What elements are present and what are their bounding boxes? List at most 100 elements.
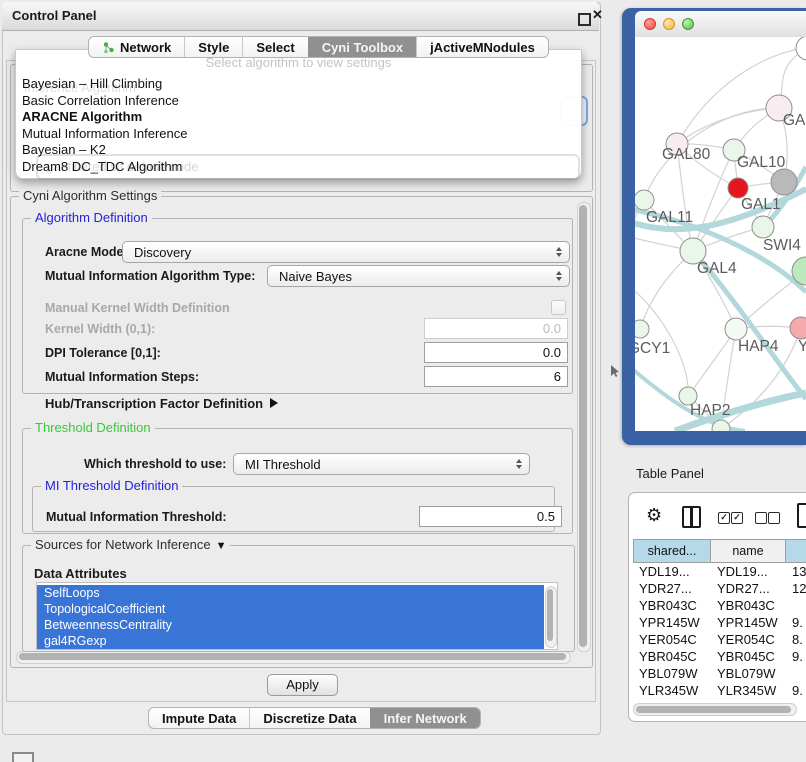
tab-impute-data[interactable]: Impute Data xyxy=(149,708,249,728)
table-cell[interactable]: 8. xyxy=(786,632,806,649)
table-cell[interactable]: YER054C xyxy=(633,632,711,649)
aracne-mode-select[interactable]: Discovery xyxy=(122,241,570,263)
control-panel-title: Control Panel xyxy=(12,8,97,23)
mi-steps-label: Mutual Information Steps: xyxy=(45,370,199,384)
algorithm-option[interactable]: Dream8 DC_TDC Algorithm xyxy=(22,159,182,174)
table-cell[interactable]: YBR043C xyxy=(711,598,786,615)
column-header[interactable]: shared... xyxy=(633,539,711,563)
table-cell[interactable]: YLR345W xyxy=(633,683,711,700)
table-cell[interactable]: YPR145W xyxy=(633,615,711,632)
checked-checkbox-icon[interactable]: ✓ xyxy=(718,512,730,524)
unchecked-checkbox-icon[interactable] xyxy=(768,512,780,524)
network-node[interactable] xyxy=(790,317,806,339)
dpi-tolerance-input[interactable]: 0.0 xyxy=(424,342,568,363)
table-cell[interactable]: 12 xyxy=(786,581,806,598)
algorithm-option[interactable]: Basic Correlation Inference xyxy=(22,93,179,108)
table-cell[interactable]: 9. xyxy=(786,615,806,632)
settings-h-scrollbar[interactable] xyxy=(16,651,571,664)
sources-group-title[interactable]: Sources for Network Inference▼ xyxy=(31,537,230,552)
kernel-width-input[interactable]: 0.0 xyxy=(424,318,568,339)
minimize-traffic-light-icon[interactable] xyxy=(663,18,675,30)
network-node[interactable] xyxy=(771,169,797,195)
table-cell[interactable]: YLR345W xyxy=(711,683,786,700)
float-window-icon[interactable] xyxy=(578,13,591,26)
mi-threshold-input[interactable]: 0.5 xyxy=(419,506,562,527)
algorithm-option-selected[interactable]: ARACNE Algorithm xyxy=(22,109,142,124)
table-cell[interactable]: YER054C xyxy=(711,632,786,649)
network-node[interactable] xyxy=(752,216,774,238)
column-header[interactable] xyxy=(786,539,806,563)
table-cell[interactable]: YDL19... xyxy=(711,564,786,581)
list-item[interactable]: SelfLoops xyxy=(37,585,544,601)
tab-infer-network[interactable]: Infer Network xyxy=(370,708,480,728)
network-window-titlebar[interactable] xyxy=(635,11,806,37)
tab-style[interactable]: Style xyxy=(184,37,242,57)
tab-network[interactable]: Network xyxy=(89,37,184,57)
table-cell[interactable] xyxy=(786,598,806,615)
table-cell[interactable]: YBR045C xyxy=(711,649,786,666)
kernel-width-label: Kernel Width (0,1): xyxy=(45,322,155,336)
network-canvas[interactable]: GAL GAL80 GAL10 GAL1 GAL11 SWI4 GAL4 GCY… xyxy=(635,37,806,431)
close-traffic-light-icon[interactable] xyxy=(644,18,656,30)
document-icon[interactable] xyxy=(797,503,806,528)
settings-scrollbar[interactable] xyxy=(577,202,591,652)
tab-cyni-toolbox[interactable]: Cyni Toolbox xyxy=(308,37,416,57)
column-header[interactable]: name xyxy=(711,539,786,563)
table-cell[interactable]: YDL19... xyxy=(633,564,711,581)
hub-section-toggle[interactable]: Hub/Transcription Factor Definition xyxy=(45,396,278,411)
network-node-label: SWI4 xyxy=(763,237,801,254)
mi-steps-input[interactable]: 6 xyxy=(424,366,568,387)
apply-button[interactable]: Apply xyxy=(267,674,338,696)
manual-kernel-checkbox[interactable] xyxy=(551,300,566,315)
table-cell[interactable]: YDR27... xyxy=(711,581,786,598)
close-icon[interactable]: ✕ xyxy=(592,7,603,23)
algorithm-option[interactable]: Bayesian – Hill Climbing xyxy=(22,76,162,91)
table-cell[interactable] xyxy=(786,666,806,683)
table-h-scrollbar[interactable] xyxy=(633,703,797,716)
threshold-definition-title: Threshold Definition xyxy=(31,420,155,435)
which-threshold-select[interactable]: MI Threshold xyxy=(233,453,530,475)
network-node[interactable] xyxy=(796,37,806,60)
network-node[interactable] xyxy=(635,320,649,338)
network-node-label: GAL4 xyxy=(697,260,737,277)
network-nodes xyxy=(635,37,806,431)
table-cell[interactable]: YBR043C xyxy=(633,598,711,615)
aracne-mode-label: Aracne Mode: xyxy=(45,245,128,259)
tab-jactivemnodules[interactable]: jActiveMNodules xyxy=(416,37,548,57)
unchecked-checkbox-icon[interactable] xyxy=(755,512,767,524)
table-cell[interactable]: 9. xyxy=(786,649,806,666)
table-cell[interactable]: YDR27... xyxy=(633,581,711,598)
network-node-label: GAL xyxy=(783,112,806,129)
table-cell[interactable]: YIL052C xyxy=(633,700,711,702)
tab-label: Style xyxy=(198,40,229,55)
attributes-scrollbar[interactable] xyxy=(545,586,557,648)
network-node[interactable] xyxy=(728,178,748,198)
tab-select[interactable]: Select xyxy=(242,37,307,57)
minimized-panel-icon[interactable] xyxy=(12,752,34,762)
tab-discretize-data[interactable]: Discretize Data xyxy=(249,708,369,728)
split-columns-icon[interactable] xyxy=(682,506,701,528)
table-cell[interactable]: YIL052C xyxy=(711,700,786,702)
list-item[interactable]: TopologicalCoefficient xyxy=(37,601,544,617)
data-attributes-list[interactable]: SelfLoops TopologicalCoefficient Between… xyxy=(36,582,558,650)
network-node-label: GAL10 xyxy=(737,154,786,171)
algorithm-dropdown[interactable]: Select algorithm to view settings Infere… xyxy=(15,49,582,179)
zoom-traffic-light-icon[interactable] xyxy=(682,18,694,30)
list-item[interactable]: BetweennessCentrality xyxy=(37,617,544,633)
algorithm-option[interactable]: Mutual Information Inference xyxy=(22,126,187,141)
table-cell[interactable]: YBL079W xyxy=(633,666,711,683)
algorithm-option[interactable]: Bayesian – K2 xyxy=(22,142,106,157)
network-node-labels: GAL GAL80 GAL10 GAL1 GAL11 SWI4 GAL4 GCY… xyxy=(635,112,806,419)
gear-icon[interactable]: ⚙ xyxy=(646,505,662,526)
network-node[interactable] xyxy=(725,318,747,340)
table-cell[interactable]: YPR145W xyxy=(711,615,786,632)
table-cell[interactable]: 9 xyxy=(786,700,806,702)
list-item[interactable]: gal4RGexp xyxy=(37,633,544,649)
checked-checkbox-icon[interactable]: ✓ xyxy=(731,512,743,524)
network-node[interactable] xyxy=(635,190,654,210)
table-cell[interactable]: YBR045C xyxy=(633,649,711,666)
table-cell[interactable]: 9. xyxy=(786,683,806,700)
table-cell[interactable]: YBL079W xyxy=(711,666,786,683)
table-cell[interactable]: 13 xyxy=(786,564,806,581)
mi-type-select[interactable]: Naive Bayes xyxy=(267,265,570,287)
